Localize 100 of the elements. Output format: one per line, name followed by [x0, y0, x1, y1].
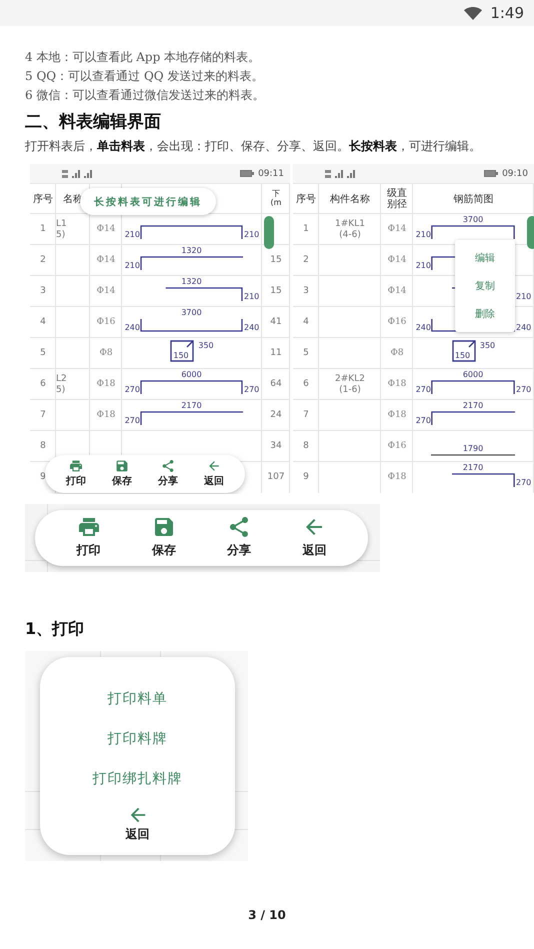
table-cell: Φ14: [96, 255, 116, 266]
dimension-label: 150: [173, 352, 189, 360]
battery-icon: [484, 170, 498, 177]
menu-item[interactable]: 打印料单: [102, 679, 174, 719]
clock-time: 09:11: [258, 168, 284, 178]
table-cell: 9: [40, 472, 46, 483]
table-cell: 2: [303, 255, 309, 266]
dimension-label: 270: [124, 386, 140, 394]
table-cell: 4: [40, 317, 46, 328]
table-cell: Φ16: [96, 317, 116, 328]
table-cell: 3: [40, 286, 46, 297]
table-cell: 1: [40, 224, 46, 235]
table-cell: Φ18: [96, 379, 116, 390]
table-cell: Φ16: [388, 441, 406, 452]
table-cell: 24: [270, 410, 282, 421]
share-button[interactable]: 分享: [223, 515, 256, 561]
clock-time: 09:10: [502, 168, 528, 178]
menu-item[interactable]: 删除: [455, 300, 515, 328]
clock-time: 1:49: [490, 4, 524, 22]
dimension-label: 2170: [462, 401, 484, 411]
dimension-label: 350: [480, 340, 496, 350]
back-button[interactable]: 返回: [298, 515, 330, 561]
save-button[interactable]: 保存: [148, 515, 180, 561]
table-cell: 1#KL1 (4-6): [335, 219, 365, 240]
dimension-label: 3700: [462, 215, 484, 225]
back-button[interactable]: 返回: [120, 805, 156, 844]
column-header: 下 (m: [270, 190, 282, 208]
table-cell: Φ14: [96, 224, 116, 235]
battery-icon: [240, 170, 254, 177]
table-cell: Φ18: [96, 410, 116, 421]
table-cell: Φ14: [388, 286, 406, 297]
paragraph: 4 本地：可以查看此 App 本地存储的料表。: [25, 49, 262, 66]
menu-item[interactable]: 打印料牌: [102, 719, 174, 759]
menu-item[interactable]: 编辑: [455, 244, 515, 272]
table-cell: 9: [303, 472, 309, 483]
dimension-label: 270: [124, 417, 140, 425]
menu-item[interactable]: 复制: [455, 272, 515, 300]
dimension-label: 6000: [462, 370, 484, 380]
share-icon: [162, 460, 174, 472]
dimension-label: 3700: [180, 308, 203, 318]
column-header: 序号: [33, 194, 53, 204]
print-button[interactable]: 打印: [72, 515, 105, 561]
wifi-icon: [464, 6, 482, 20]
table-cell: 5: [303, 348, 309, 359]
table-cell: 1: [303, 224, 309, 235]
dimension-label: 1320: [180, 246, 203, 256]
table-cell: Φ14: [388, 224, 406, 235]
back-button[interactable]: 返回: [200, 458, 228, 490]
share-icon: [229, 517, 250, 537]
dimension-label: 270: [415, 386, 431, 394]
dimension-label: 240: [415, 324, 431, 332]
paragraph: 6 微信：可以查看通过微信发送过来的料表。: [25, 87, 266, 104]
table-cell: 2: [40, 255, 46, 266]
table-cell: Φ14: [96, 286, 116, 297]
dimension-label: 6000: [180, 370, 203, 380]
table-cell: 107: [267, 472, 285, 483]
menu-item[interactable]: 打印绑扎料牌: [86, 759, 188, 799]
save-button[interactable]: 保存: [108, 458, 136, 490]
table-cell: 5: [40, 348, 46, 359]
column-header: 序号: [296, 194, 316, 204]
table-cell: Φ16: [388, 317, 406, 328]
share-button[interactable]: 分享: [154, 458, 182, 490]
column-header: 构件名称: [330, 194, 370, 204]
printer-icon: [78, 517, 99, 537]
table-cell: 8: [40, 441, 46, 452]
table-cell: 3: [303, 286, 309, 297]
dimension-label: 270: [515, 479, 532, 487]
table-cell: Φ18: [388, 379, 406, 390]
arrow-left-icon: [208, 460, 220, 472]
table-cell: Φ8: [99, 348, 113, 359]
dimension-label: 270: [515, 386, 532, 394]
dimension-label: 240: [515, 324, 532, 332]
table-cell: 15: [270, 286, 282, 297]
printer-icon: [70, 460, 82, 472]
dimension-label: 210: [124, 262, 140, 270]
print-button[interactable]: 打印: [62, 458, 90, 490]
table-cell: 8: [303, 441, 309, 452]
toast-message: 长按料表可进行编辑: [80, 188, 216, 215]
table-cell: Φ18: [388, 410, 406, 421]
table-cell: Φ18: [388, 472, 406, 483]
table-cell: 41: [270, 317, 282, 328]
section-heading: 二、料表编辑界面: [25, 111, 162, 133]
dimension-label: 350: [198, 340, 214, 350]
dimension-label: 210: [415, 231, 431, 239]
column-header: 钢筋简图: [454, 194, 494, 204]
dimension-label: 210: [515, 293, 532, 301]
scrollbar-thumb[interactable]: [264, 216, 274, 249]
table-cell: L1 5): [56, 219, 67, 240]
table-cell: 4: [303, 317, 309, 328]
dimension-label: 270: [243, 386, 260, 394]
arrow-left-icon: [304, 517, 324, 537]
table-cell: Φ8: [390, 348, 404, 359]
paragraph: 5 QQ：可以查看通过 QQ 发送过来的料表。: [25, 68, 264, 85]
column-header: 级直别径: [387, 188, 407, 210]
arrow-left-icon: [128, 806, 146, 824]
dimension-label: 240: [124, 324, 140, 332]
scrollbar-thumb[interactable]: [527, 216, 534, 249]
table-cell: 7: [303, 410, 309, 421]
table-cell: 11: [270, 348, 282, 359]
table-cell: L2 5): [56, 374, 67, 395]
